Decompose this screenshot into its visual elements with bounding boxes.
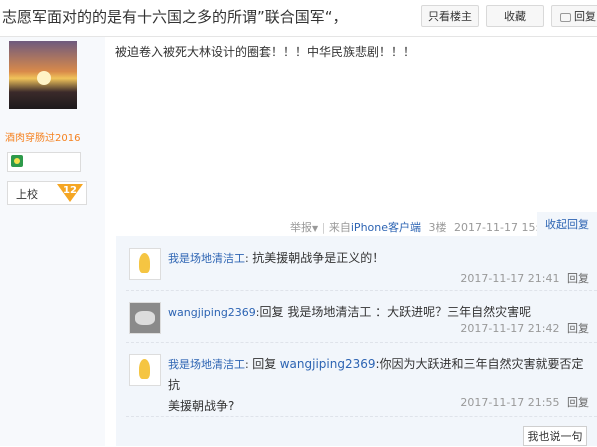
reply-avatar[interactable] (129, 354, 161, 386)
post-meta: 举报▼ | 来自iPhone客户端 3楼 2017-11-17 15:21 (290, 221, 554, 234)
say-something-button[interactable]: 我也说一句 (523, 426, 587, 446)
reply-link[interactable]: 回复 (567, 396, 589, 409)
badge-icon[interactable] (11, 155, 23, 167)
comment-icon (560, 12, 571, 22)
author-panel: 酒肉穿肠过2016 上校 12 (0, 37, 105, 446)
reply-button[interactable]: 回复 (551, 5, 597, 27)
report-link[interactable]: 举报 (290, 221, 312, 234)
level-badge: 12 (57, 184, 83, 202)
reply-avatar[interactable] (129, 248, 161, 280)
only-op-button[interactable]: 只看楼主 (421, 5, 479, 27)
reply-time: 2017-11-17 21:41 (460, 272, 560, 285)
floor-number: 3楼 (428, 221, 447, 234)
reply-content-continued: 美援朝战争? (168, 399, 235, 413)
reply-username[interactable]: wangjiping2369 (168, 306, 256, 319)
divider (126, 416, 597, 417)
client-link[interactable]: iPhone客户端 (351, 221, 421, 234)
avatar[interactable] (9, 41, 77, 109)
from-prefix: 来自 (328, 221, 351, 234)
reply-content: 回复 我是场地清洁工 ：大跃进呢？三年自然灾害呢 (259, 305, 532, 319)
badge-box (7, 152, 81, 172)
favorite-button[interactable]: 收藏 (486, 5, 544, 27)
reply-username[interactable]: 我是场地清洁工 (168, 358, 245, 371)
reply-content: 抗美援朝战争是正义的！ (252, 251, 385, 265)
mention-link[interactable]: wangjiping2369 (280, 357, 376, 371)
chevron-down-icon[interactable]: ▼ (312, 224, 318, 233)
reply-time: 2017-11-17 21:55 (460, 396, 560, 409)
reply-link[interactable]: 回复 (567, 322, 589, 335)
author-username[interactable]: 酒肉穿肠过2016 (5, 129, 80, 144)
list-item: 我是场地清洁工: 抗美援朝战争是正义的！ 2017-11-17 21:41 回复 (116, 236, 597, 291)
reply-link[interactable]: 回复 (567, 272, 589, 285)
reply-username[interactable]: 我是场地清洁工 (168, 252, 245, 265)
reply-time: 2017-11-17 21:42 (460, 322, 560, 335)
level-label: 上校 (16, 188, 38, 201)
reply-avatar[interactable] (129, 302, 161, 334)
list-item: 我是场地清洁工: 回复 wangjiping2369:你因为大跃进和三年自然灾害… (116, 342, 597, 417)
collapse-reply-link[interactable]: 收起回复 (537, 212, 597, 236)
list-item: wangjiping2369:回复 我是场地清洁工 ：大跃进呢？三年自然灾害呢 … (116, 290, 597, 343)
reply-button-label: 回复 (574, 10, 596, 23)
thread-header: 志愿军面对的的是有十六国之多的所谓”联合国军“， 只看楼主 收藏 回复 (0, 0, 597, 37)
level-box[interactable]: 上校 12 (7, 181, 87, 205)
post-content: 被迫卷入被死大林设计的圈套！！！中华民族悲剧！！！ (115, 45, 416, 59)
thread-title: 志愿军面对的的是有十六国之多的所谓”联合国军“， (2, 8, 348, 26)
reply-list: 我是场地清洁工: 抗美援朝战争是正义的！ 2017-11-17 21:41 回复… (116, 236, 597, 446)
